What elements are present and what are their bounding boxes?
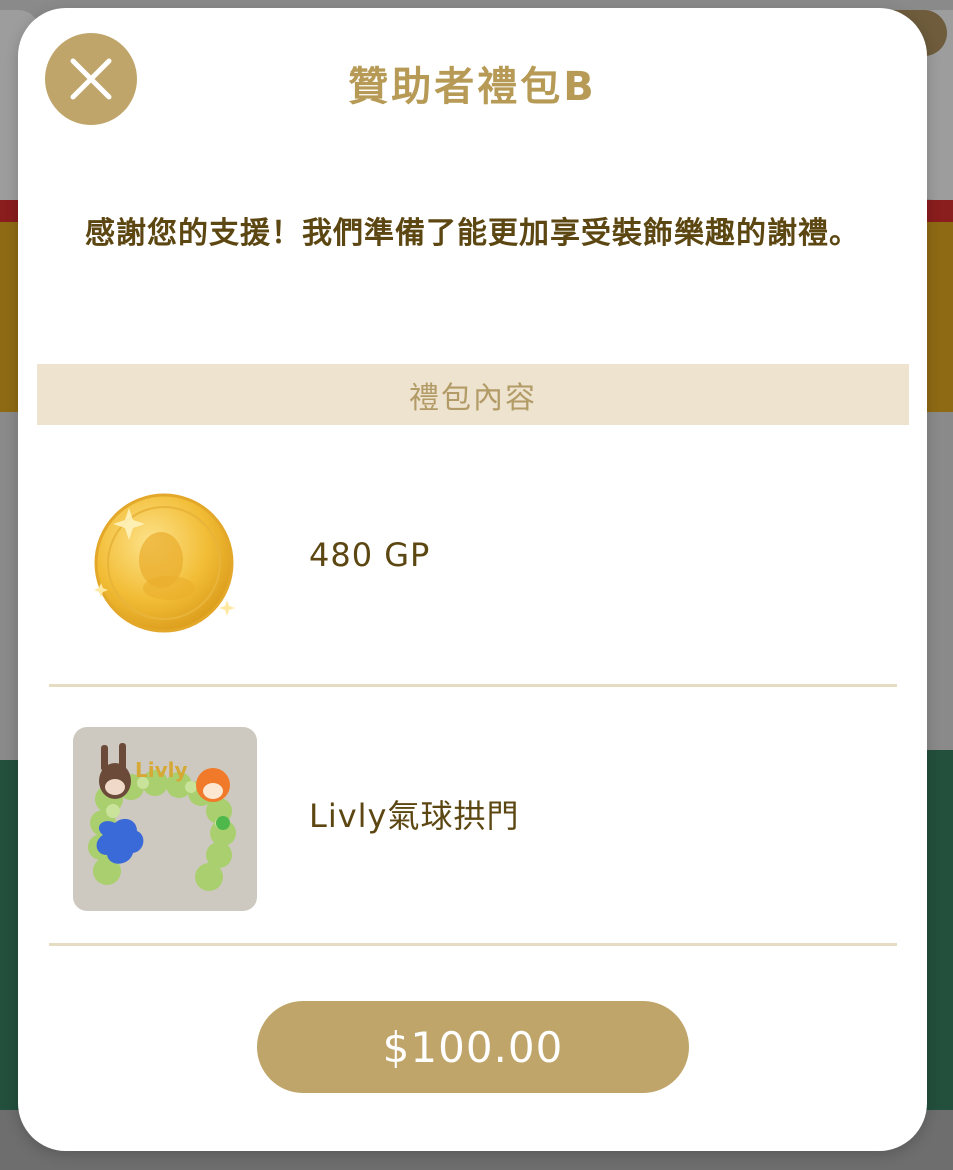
list-item: 480 GP	[49, 426, 897, 687]
item-label: 480 GP	[309, 536, 431, 574]
gold-coin-icon	[89, 488, 239, 638]
list-item: Livly Livly氣球拱門	[49, 685, 897, 946]
svg-text:Livly: Livly	[135, 758, 188, 782]
thank-you-message: 感謝您的支援！我們準備了能更加享受裝飾樂趣的謝禮。	[85, 216, 860, 251]
gift-pack-modal: 贊助者禮包B 感謝您的支援！我們準備了能更加享受裝飾樂趣的謝禮。 禮包內容 48…	[18, 8, 927, 1151]
modal-title: 贊助者禮包B	[348, 64, 597, 110]
item-label: Livly氣球拱門	[309, 797, 520, 835]
pack-contents-header: 禮包內容	[37, 364, 909, 425]
livly-balloon-arch-image: Livly	[73, 727, 257, 911]
purchase-button[interactable]: $100.00	[257, 1001, 689, 1093]
